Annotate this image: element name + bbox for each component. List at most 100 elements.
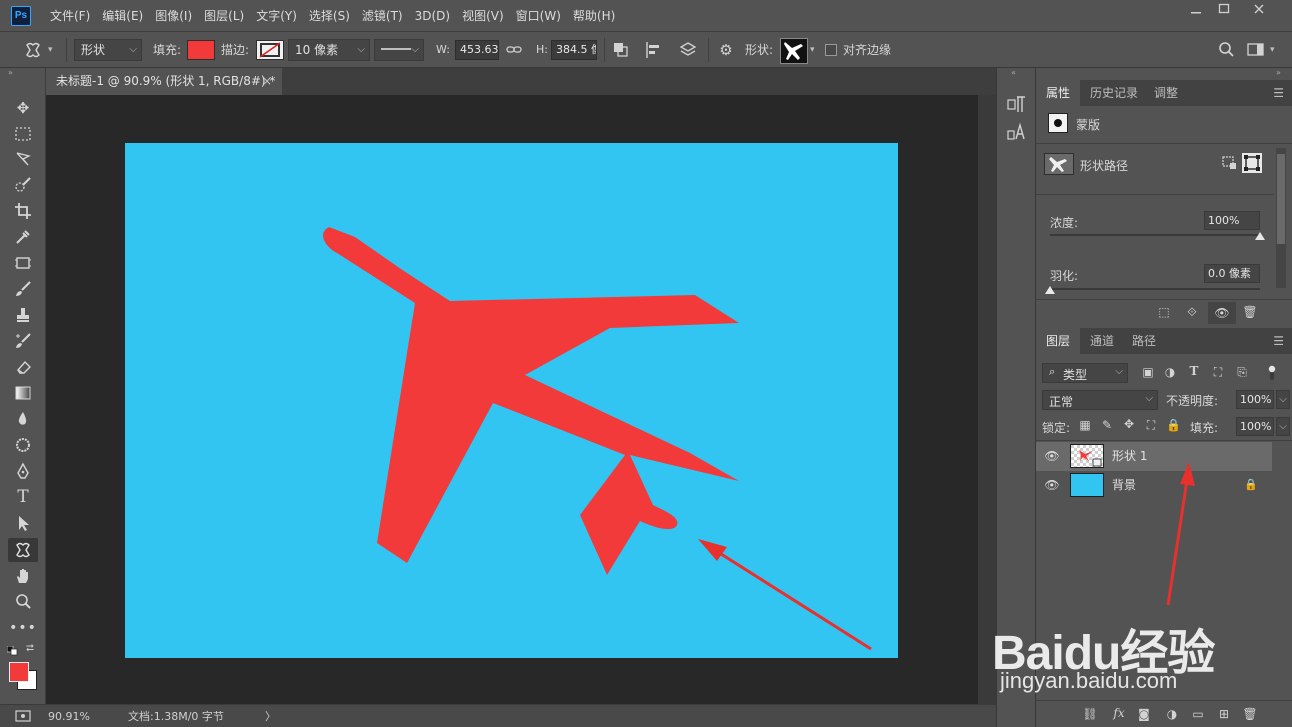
filter-toggle[interactable] bbox=[1268, 364, 1276, 382]
density-slider-thumb[interactable] bbox=[1255, 232, 1265, 240]
layer-name[interactable]: 形状 1 bbox=[1112, 442, 1147, 471]
path-alignment-icon[interactable] bbox=[644, 40, 662, 60]
expand-panels-icon[interactable]: « bbox=[1011, 68, 1016, 77]
fill-input[interactable]: 100% bbox=[1236, 417, 1274, 436]
layer-name[interactable]: 背景 bbox=[1112, 471, 1136, 500]
type-tool-icon[interactable]: T bbox=[8, 485, 38, 509]
link-dimensions-icon[interactable] bbox=[506, 40, 522, 60]
menu-window[interactable]: 窗口(W) bbox=[512, 0, 565, 32]
menu-image[interactable]: 图像(I) bbox=[151, 0, 196, 32]
collapse-panels-icon[interactable]: » bbox=[1276, 68, 1281, 77]
layer-filter-select[interactable]: ⌕ 类型 ⌵ bbox=[1042, 363, 1128, 383]
document-canvas[interactable] bbox=[125, 143, 898, 658]
visibility-eye-icon[interactable]: 👁 bbox=[1044, 471, 1060, 500]
menu-select[interactable]: 选择(S) bbox=[305, 0, 354, 32]
tab-paths[interactable]: 路径 bbox=[1122, 328, 1166, 354]
zoom-level[interactable]: 90.91% bbox=[48, 705, 90, 727]
filter-shape-icon[interactable]: ⛶ bbox=[1210, 365, 1226, 380]
tab-adjustments[interactable]: 调整 bbox=[1144, 80, 1188, 106]
filter-pixel-icon[interactable]: ▣ bbox=[1140, 365, 1156, 379]
menu-edit[interactable]: 编辑(E) bbox=[98, 0, 147, 32]
add-vector-mask-icon[interactable] bbox=[1242, 153, 1262, 173]
visibility-eye-icon[interactable]: 👁 bbox=[1044, 442, 1060, 471]
lock-all-icon[interactable]: 🔒 bbox=[1166, 418, 1181, 432]
density-slider-track[interactable] bbox=[1050, 234, 1260, 236]
document-tab[interactable]: 未标题-1 @ 90.9% (形状 1, RGB/8#) * × bbox=[46, 68, 282, 95]
filter-adjustment-icon[interactable]: ◑ bbox=[1162, 365, 1178, 379]
fill-color-swatch[interactable] bbox=[187, 40, 215, 60]
selection-icon[interactable]: ⬚ bbox=[1156, 305, 1172, 319]
menu-help[interactable]: 帮助(H) bbox=[569, 0, 619, 32]
stamp-tool-icon[interactable] bbox=[8, 303, 38, 327]
stroke-width-field[interactable]: 10 像素 ⌵ bbox=[288, 39, 370, 61]
menu-filter[interactable]: 滤镜(T) bbox=[358, 0, 407, 32]
folder-icon[interactable]: ▭ bbox=[1190, 707, 1206, 721]
menu-file[interactable]: 文件(F) bbox=[46, 0, 94, 32]
crop-tool-icon[interactable] bbox=[8, 199, 38, 223]
brush-tool-icon[interactable] bbox=[8, 277, 38, 301]
feather-slider-thumb[interactable] bbox=[1045, 286, 1055, 294]
paragraph-panel-icon[interactable] bbox=[1006, 94, 1028, 116]
shape-picker[interactable] bbox=[780, 38, 808, 64]
gradient-tool-icon[interactable] bbox=[8, 381, 38, 405]
more-tools-icon[interactable]: ••• bbox=[8, 616, 38, 640]
path-operations-icon[interactable] bbox=[612, 40, 630, 60]
history-brush-tool-icon[interactable] bbox=[8, 329, 38, 353]
blur-tool-icon[interactable] bbox=[8, 407, 38, 431]
close-tab-icon[interactable]: × bbox=[262, 68, 272, 95]
filter-smart-object-icon[interactable]: ⎘ bbox=[1234, 365, 1250, 380]
shape-picker-dropdown-icon[interactable]: ▾ bbox=[810, 32, 815, 68]
search-icon[interactable] bbox=[1216, 40, 1236, 60]
fx-icon[interactable]: fx bbox=[1110, 706, 1128, 720]
quick-selection-tool-icon[interactable] bbox=[8, 173, 38, 197]
feather-slider-track[interactable] bbox=[1050, 288, 1260, 290]
default-colors-icon[interactable] bbox=[6, 645, 19, 656]
workspace-dropdown-icon[interactable]: ▾ bbox=[1270, 32, 1275, 68]
panel-menu-icon[interactable]: ☰ bbox=[1273, 328, 1284, 354]
height-input[interactable]: 384.5 像 bbox=[551, 40, 597, 60]
character-panel-icon[interactable] bbox=[1006, 120, 1028, 142]
visibility-eye-icon[interactable]: 👁 bbox=[1208, 302, 1236, 324]
custom-shape-tool-button[interactable] bbox=[8, 538, 38, 562]
lasso-tool-icon[interactable] bbox=[8, 147, 38, 171]
tab-channels[interactable]: 通道 bbox=[1080, 328, 1124, 354]
tool-preset-dropdown-icon[interactable]: ▾ bbox=[48, 32, 53, 68]
tab-layers[interactable]: 图层 bbox=[1036, 328, 1081, 354]
eyedropper-tool-icon[interactable] bbox=[8, 225, 38, 249]
new-layer-icon[interactable]: ⊞ bbox=[1216, 707, 1232, 721]
custom-shape-tool-icon[interactable] bbox=[22, 41, 44, 61]
adjustment-layer-icon[interactable]: ◑ bbox=[1164, 707, 1180, 721]
swap-colors-icon[interactable]: ⮂ bbox=[26, 643, 38, 655]
delete-mask-icon[interactable]: 🗑 bbox=[1242, 305, 1258, 319]
filter-type-icon[interactable]: T bbox=[1186, 364, 1202, 378]
panel-menu-icon[interactable]: ☰ bbox=[1273, 80, 1284, 106]
path-selection-tool-icon[interactable] bbox=[8, 511, 38, 535]
minimize-button[interactable] bbox=[1183, 2, 1209, 20]
lock-transparent-icon[interactable]: ▦ bbox=[1078, 418, 1092, 432]
status-menu-arrow[interactable]: 〉 bbox=[265, 705, 276, 727]
invert-icon[interactable]: ⟐ bbox=[1184, 305, 1200, 320]
gear-icon[interactable]: ⚙ bbox=[716, 40, 736, 60]
menu-type[interactable]: 文字(Y) bbox=[252, 0, 301, 32]
fill-dropdown-icon[interactable]: ⌵ bbox=[1276, 417, 1290, 436]
hand-tool-icon[interactable] bbox=[8, 564, 38, 588]
width-input[interactable]: 453.63 像 bbox=[455, 40, 499, 60]
eraser-tool-icon[interactable] bbox=[8, 355, 38, 379]
stroke-color-swatch[interactable] bbox=[256, 40, 284, 60]
feather-input[interactable]: 0.0 像素 bbox=[1204, 264, 1260, 283]
sponge-tool-icon[interactable] bbox=[8, 433, 38, 457]
collapse-toolbar-icon[interactable]: » bbox=[8, 68, 38, 78]
menu-view[interactable]: 视图(V) bbox=[458, 0, 508, 32]
path-arrangement-icon[interactable] bbox=[678, 40, 698, 60]
tool-mode-select[interactable]: 形状 ⌵ bbox=[74, 39, 142, 61]
marquee-tool-icon[interactable] bbox=[8, 122, 38, 146]
zoom-tool-icon[interactable] bbox=[8, 590, 38, 614]
opacity-input[interactable]: 100% bbox=[1236, 390, 1274, 409]
status-bar-icon[interactable] bbox=[14, 709, 32, 723]
trash-icon[interactable]: 🗑 bbox=[1242, 707, 1258, 721]
pen-tool-icon[interactable] bbox=[8, 459, 38, 483]
menu-3d[interactable]: 3D(D) bbox=[411, 0, 454, 32]
stroke-type-select[interactable]: ⌵ bbox=[374, 39, 424, 61]
tab-history[interactable]: 历史记录 bbox=[1080, 80, 1148, 106]
lock-position-icon[interactable]: ✥ bbox=[1122, 417, 1136, 431]
